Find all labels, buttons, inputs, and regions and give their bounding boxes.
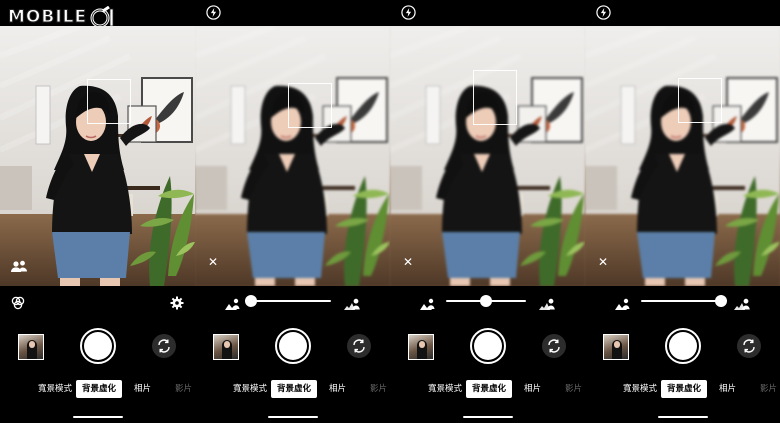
switch-camera-button[interactable] xyxy=(737,334,761,358)
camera-controls: 寬景模式 背景虛化 相片 影片 xyxy=(195,286,390,423)
face-focus-box xyxy=(678,78,722,123)
close-icon[interactable]: ✕ xyxy=(403,256,413,268)
home-indicator xyxy=(658,416,708,418)
switch-camera-button[interactable] xyxy=(542,334,566,358)
status-bar xyxy=(585,0,780,26)
slider-track[interactable] xyxy=(251,300,331,302)
shutter-inner xyxy=(474,332,502,360)
home-indicator xyxy=(73,416,123,418)
bokeh-weak-icon xyxy=(225,295,241,310)
camera-controls: 寬景模式 背景虛化 相片 影片 xyxy=(585,286,780,423)
gallery-thumbnail[interactable] xyxy=(408,334,434,360)
gallery-thumbnail[interactable] xyxy=(213,334,239,360)
mode-bokeh[interactable]: 背景虛化 xyxy=(466,380,512,398)
shutter-button[interactable] xyxy=(665,328,701,364)
mode-video[interactable]: 影片 xyxy=(565,380,582,398)
mobile01-logo: MOBILE xyxy=(7,5,115,28)
shutter-button[interactable] xyxy=(80,328,116,364)
bokeh-strength-slider[interactable] xyxy=(195,292,390,310)
camera-panel-2: ✕ 寬景模式 背景虛化 相片 影片 xyxy=(195,0,390,423)
gallery-thumbnail[interactable] xyxy=(18,334,44,360)
slider-thumb[interactable] xyxy=(715,295,727,307)
camera-panel-1: MOBILE 寬景模式 背景虛化 相片 影片 xyxy=(0,0,195,423)
viewfinder[interactable]: ✕ xyxy=(585,26,780,286)
bokeh-weak-icon xyxy=(615,295,631,310)
mode-photo[interactable]: 相片 xyxy=(329,380,346,398)
mode-video[interactable]: 影片 xyxy=(175,380,192,398)
mode-portrait[interactable]: 寬景模式 xyxy=(233,380,267,398)
face-focus-box xyxy=(473,70,517,125)
mode-photo[interactable]: 相片 xyxy=(524,380,541,398)
mode-bokeh[interactable]: 背景虛化 xyxy=(76,380,122,398)
thumbnail-face xyxy=(614,341,620,348)
flash-auto-icon[interactable] xyxy=(206,5,221,20)
thumbnail-face xyxy=(29,341,35,348)
logo-text: MOBILE xyxy=(7,7,88,28)
switch-camera-button[interactable] xyxy=(152,334,176,358)
filter-icon[interactable] xyxy=(11,295,25,310)
viewfinder[interactable] xyxy=(0,26,195,286)
status-bar xyxy=(390,0,585,26)
mode-bokeh[interactable]: 背景虛化 xyxy=(271,380,317,398)
switch-camera-button[interactable] xyxy=(347,334,371,358)
bokeh-strong-icon xyxy=(344,295,360,310)
scene-illustration xyxy=(195,26,390,286)
status-bar: MOBILE xyxy=(0,0,195,28)
shutter-inner xyxy=(84,332,112,360)
mode-selector: 寬景模式 背景虛化 相片 影片 xyxy=(195,380,390,398)
viewfinder[interactable]: ✕ xyxy=(195,26,390,286)
shutter-inner xyxy=(669,332,697,360)
slider-thumb[interactable] xyxy=(245,295,257,307)
thumbnail-face xyxy=(419,341,425,348)
flash-auto-icon[interactable] xyxy=(401,5,416,20)
viewfinder[interactable]: ✕ xyxy=(390,26,585,286)
camera-scene xyxy=(0,26,195,286)
slider-thumb[interactable] xyxy=(480,295,492,307)
home-indicator xyxy=(268,416,318,418)
face-focus-box xyxy=(87,79,131,124)
gear-icon[interactable] xyxy=(170,295,184,310)
mode-video[interactable]: 影片 xyxy=(760,380,777,398)
camera-scene xyxy=(195,26,390,286)
bokeh-strength-slider[interactable] xyxy=(390,292,585,310)
mode-portrait[interactable]: 寬景模式 xyxy=(428,380,462,398)
camera-controls: 寬景模式 背景虛化 相片 影片 xyxy=(390,286,585,423)
camera-scene xyxy=(390,26,585,286)
mode-selector: 寬景模式 背景虛化 相片 影片 xyxy=(390,380,585,398)
face-focus-box xyxy=(288,83,332,128)
mode-photo[interactable]: 相片 xyxy=(134,380,151,398)
mode-photo[interactable]: 相片 xyxy=(719,380,736,398)
mode-video[interactable]: 影片 xyxy=(370,380,387,398)
shutter-button[interactable] xyxy=(275,328,311,364)
scene-illustration xyxy=(390,26,585,286)
camera-scene xyxy=(585,26,780,286)
close-icon[interactable]: ✕ xyxy=(208,256,218,268)
slider-track[interactable] xyxy=(641,300,721,302)
mode-bokeh[interactable]: 背景虛化 xyxy=(661,380,707,398)
mode-portrait[interactable]: 寬景模式 xyxy=(38,380,72,398)
people-portrait-icon[interactable] xyxy=(10,258,28,272)
scene-illustration xyxy=(0,26,195,286)
status-bar xyxy=(195,0,390,26)
shutter-inner xyxy=(279,332,307,360)
mode-selector: 寬景模式 背景虛化 相片 影片 xyxy=(0,380,195,398)
thumbnail-face xyxy=(224,341,230,348)
close-icon[interactable]: ✕ xyxy=(598,256,608,268)
bokeh-weak-icon xyxy=(420,295,436,310)
logo-mark-icon xyxy=(89,5,115,28)
mode-portrait[interactable]: 寬景模式 xyxy=(623,380,657,398)
bokeh-strength-slider[interactable] xyxy=(585,292,780,310)
flash-auto-icon[interactable] xyxy=(596,5,611,20)
gallery-thumbnail[interactable] xyxy=(603,334,629,360)
scene-illustration xyxy=(585,26,780,286)
camera-controls: 寬景模式 背景虛化 相片 影片 xyxy=(0,286,195,423)
bokeh-strong-icon xyxy=(734,295,750,310)
camera-panel-3: ✕ 寬景模式 背景虛化 相片 影片 xyxy=(390,0,585,423)
mode-selector: 寬景模式 背景虛化 相片 影片 xyxy=(585,380,780,398)
shutter-button[interactable] xyxy=(470,328,506,364)
camera-panel-4: ✕ 寬景模式 背景虛化 相片 影片 xyxy=(585,0,780,423)
bokeh-strong-icon xyxy=(539,295,555,310)
home-indicator xyxy=(463,416,513,418)
